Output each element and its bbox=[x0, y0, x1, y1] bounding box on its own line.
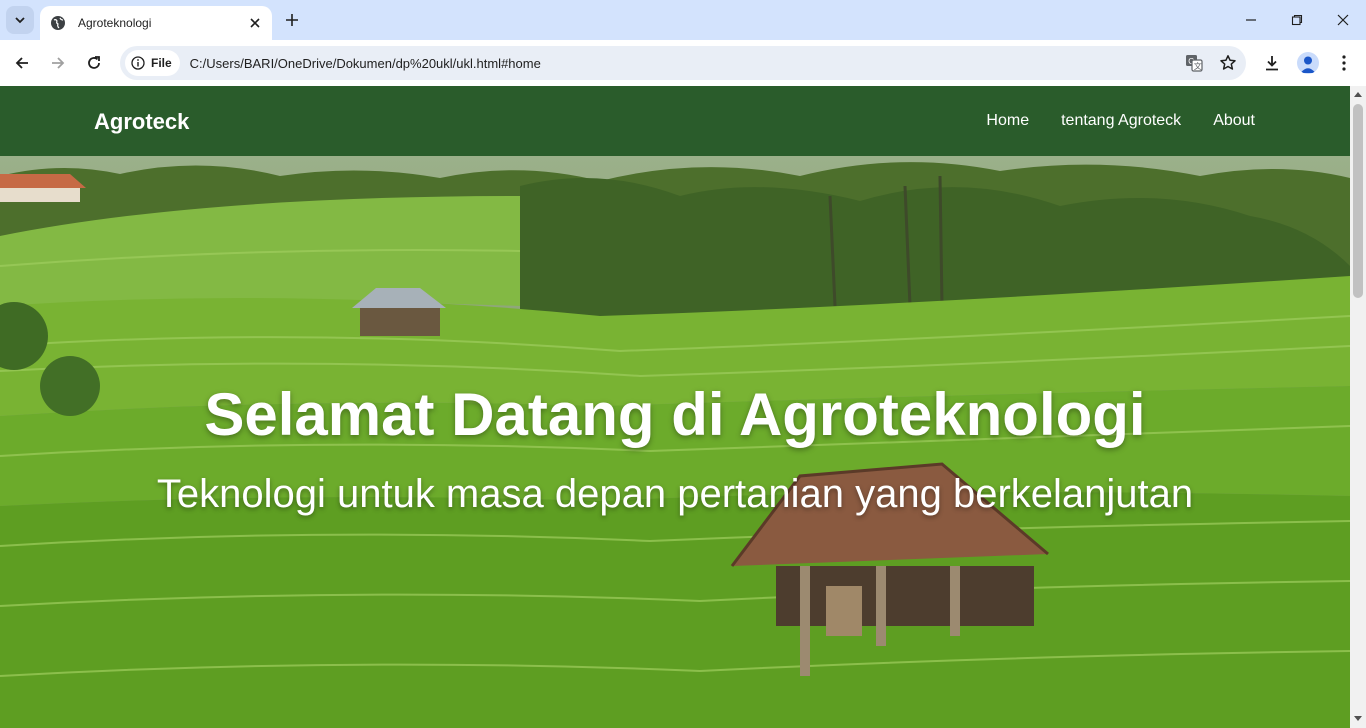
site-info-chip[interactable]: File bbox=[125, 50, 180, 76]
reload-icon[interactable] bbox=[79, 48, 109, 78]
info-icon bbox=[131, 56, 145, 70]
hero-title: Selamat Datang di Agroteknologi bbox=[204, 381, 1146, 448]
nav-link-about[interactable]: About bbox=[1213, 112, 1255, 130]
scroll-thumb[interactable] bbox=[1353, 104, 1363, 298]
close-icon[interactable] bbox=[246, 14, 264, 32]
minimize-icon[interactable] bbox=[1228, 0, 1274, 40]
page-viewport: Agroteck Home tentang Agroteck About Sel… bbox=[0, 86, 1366, 728]
nav-link-home[interactable]: Home bbox=[986, 112, 1029, 130]
svg-text:文: 文 bbox=[1194, 61, 1202, 71]
scroll-up-arrow-icon[interactable] bbox=[1354, 92, 1362, 97]
vertical-scrollbar[interactable] bbox=[1350, 86, 1366, 728]
bookmark-star-icon[interactable] bbox=[1212, 48, 1244, 78]
profile-icon[interactable] bbox=[1293, 48, 1323, 78]
globe-icon bbox=[50, 15, 66, 31]
url-text[interactable]: C:/Users/BARI/OneDrive/Dokumen/dp%20ukl/… bbox=[190, 56, 1178, 71]
new-tab-icon[interactable] bbox=[280, 8, 304, 32]
site-chip-label: File bbox=[151, 56, 172, 70]
menu-dots-icon[interactable] bbox=[1329, 48, 1359, 78]
page: Agroteck Home tentang Agroteck About Sel… bbox=[0, 86, 1350, 728]
restore-icon[interactable] bbox=[1274, 0, 1320, 40]
avatar bbox=[1297, 52, 1319, 74]
site-brand[interactable]: Agroteck bbox=[94, 109, 189, 135]
browser-tab[interactable]: Agroteknologi bbox=[40, 6, 272, 40]
address-bar[interactable]: File C:/Users/BARI/OneDrive/Dokumen/dp%2… bbox=[120, 46, 1246, 80]
window-close-icon[interactable] bbox=[1320, 0, 1366, 40]
back-icon[interactable] bbox=[7, 48, 37, 78]
tab-strip: Agroteknologi bbox=[0, 0, 1366, 40]
download-icon[interactable] bbox=[1257, 48, 1287, 78]
nav-link-tentang-agroteck[interactable]: tentang Agroteck bbox=[1061, 112, 1181, 130]
site-navbar: Agroteck Home tentang Agroteck About bbox=[0, 86, 1350, 156]
forward-icon[interactable] bbox=[43, 48, 73, 78]
hero-section: Selamat Datang di Agroteknologi Teknolog… bbox=[0, 156, 1350, 728]
tab-title: Agroteknologi bbox=[78, 16, 152, 30]
translate-icon[interactable]: G文 bbox=[1178, 48, 1210, 78]
hero-subtitle: Teknologi untuk masa depan pertanian yan… bbox=[156, 472, 1194, 516]
tab-search-icon[interactable] bbox=[6, 6, 34, 34]
browser-toolbar: File C:/Users/BARI/OneDrive/Dokumen/dp%2… bbox=[0, 40, 1366, 86]
site-nav-menu: Home tentang Agroteck About bbox=[986, 112, 1255, 130]
scroll-down-arrow-icon[interactable] bbox=[1354, 716, 1362, 721]
